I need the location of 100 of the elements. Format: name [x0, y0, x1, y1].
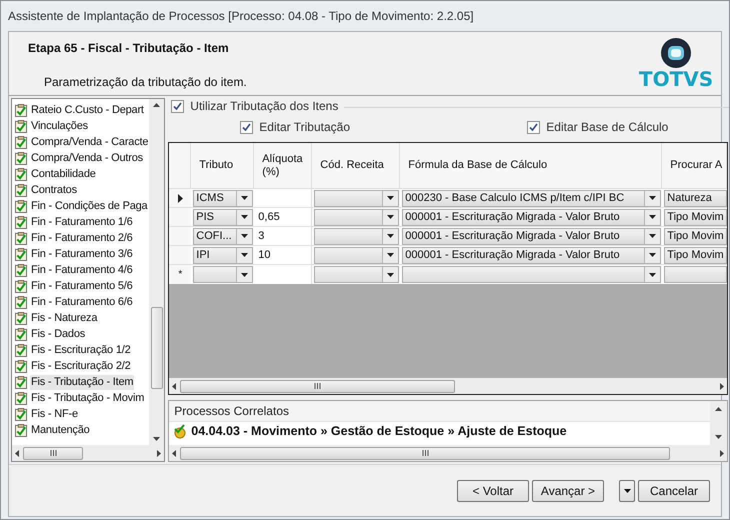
- tree-item[interactable]: Fin - Faturamento 3/6: [30, 246, 134, 262]
- table-cell[interactable]: 3: [254, 227, 312, 245]
- dropdown-button[interactable]: [644, 190, 660, 206]
- column-header[interactable]: Cód. Receita: [320, 159, 384, 172]
- checkbox[interactable]: [171, 100, 184, 112]
- tree-item[interactable]: Fin - Faturamento 6/6: [30, 294, 134, 310]
- clipboard-check-icon: [15, 376, 27, 388]
- tree-item[interactable]: Fin - Faturamento 5/6: [30, 278, 134, 294]
- dropdown-button[interactable]: [382, 210, 398, 224]
- tree-item[interactable]: Manutenção: [30, 422, 91, 438]
- combo-box[interactable]: PIS: [193, 208, 254, 226]
- caret-icon: [387, 253, 394, 257]
- up-arrow-icon[interactable]: [153, 103, 160, 107]
- right-arrow-icon[interactable]: [157, 450, 162, 456]
- vertical-scrollbar[interactable]: [149, 99, 164, 445]
- tree-item[interactable]: Contabilidade: [30, 166, 97, 182]
- tree-item[interactable]: Vinculações: [30, 118, 89, 134]
- dropdown-button[interactable]: [236, 228, 252, 244]
- clipboard-check-icon: [15, 360, 27, 372]
- back-button[interactable]: < Voltar: [457, 480, 529, 502]
- down-arrow-icon[interactable]: [714, 435, 722, 439]
- tree-item[interactable]: Compra/Venda - Outros: [30, 150, 144, 166]
- combo-box[interactable]: Tipo Movim: [664, 208, 727, 226]
- combo-box[interactable]: Tipo Movim: [664, 228, 727, 244]
- tree-item[interactable]: Fis - NF-e: [30, 406, 79, 422]
- horizontal-scrollbar[interactable]: [169, 445, 727, 461]
- related-process-item[interactable]: 04.04.03 - Movimento » Gestão de Estoque » Ajuste de Estoque: [191, 422, 567, 441]
- checkbox[interactable]: [240, 120, 254, 134]
- tree-item[interactable]: Fin - Faturamento 4/6: [30, 262, 134, 278]
- tree-item[interactable]: Fis - Dados: [30, 326, 86, 342]
- caret-icon: [387, 234, 394, 238]
- combo-box[interactable]: 000230 - Base Calculo ICMS p/Item c/IPI BC: [402, 190, 662, 206]
- scrollbar-thumb[interactable]: [180, 380, 456, 392]
- dropdown-button[interactable]: [236, 267, 252, 282]
- tree-item[interactable]: Fis - Escrituração 1/2: [30, 342, 132, 358]
- combo-box[interactable]: COFI...: [193, 228, 254, 244]
- dropdown-button[interactable]: [382, 248, 398, 262]
- column-header[interactable]: Alíquota (%): [262, 152, 303, 178]
- combo-box[interactable]: ICMS: [193, 190, 254, 206]
- caret-icon: [241, 253, 248, 257]
- caret-icon: [624, 488, 630, 492]
- dropdown-button[interactable]: [644, 248, 660, 262]
- tree-item[interactable]: Contratos: [30, 182, 78, 198]
- dropdown-button[interactable]: [382, 190, 398, 206]
- tree-item[interactable]: Fis - Tributação - Movim: [30, 390, 146, 406]
- row-header[interactable]: *: [169, 265, 192, 284]
- caret-icon: [649, 253, 656, 257]
- combo-box[interactable]: 000001 - Escrituração Migrada - Valor Bruto: [402, 228, 662, 244]
- logo: TOTVS: [641, 37, 711, 95]
- up-arrow-icon[interactable]: [714, 407, 722, 411]
- dropdown-button[interactable]: [382, 228, 398, 244]
- dropdown-button[interactable]: [236, 190, 252, 206]
- column-header[interactable]: Procurar A: [670, 159, 722, 172]
- left-arrow-icon[interactable]: [15, 450, 19, 456]
- dropdown-button[interactable]: [644, 267, 660, 282]
- dropdown-button[interactable]: [236, 210, 252, 224]
- clipboard-check-icon: [15, 152, 27, 164]
- checkbox-label: Editar Tributação: [259, 119, 350, 136]
- clipboard-check-icon: [15, 200, 27, 212]
- dropdown-button[interactable]: [382, 267, 398, 282]
- horizontal-scrollbar[interactable]: [169, 378, 727, 394]
- dropdown-button[interactable]: [644, 228, 660, 244]
- tree-item[interactable]: Rateio C.Custo - Depart: [30, 102, 145, 118]
- caret-icon: [387, 272, 394, 276]
- down-arrow-icon[interactable]: [153, 437, 160, 441]
- dropdown-button[interactable]: [619, 480, 635, 502]
- scrollbar-thumb[interactable]: [150, 307, 163, 389]
- dropdown-button[interactable]: [644, 210, 660, 224]
- tree-item[interactable]: Fin - Condições de Paga: [30, 198, 148, 214]
- left-arrow-icon[interactable]: [172, 382, 176, 390]
- next-button[interactable]: Avançar >: [532, 480, 604, 502]
- tree-item[interactable]: Fis - Escrituração 2/2: [30, 358, 132, 374]
- table-cell[interactable]: 0,65: [254, 208, 312, 226]
- horizontal-scrollbar[interactable]: [12, 445, 164, 461]
- caret-icon: [387, 215, 394, 219]
- clipboard-check-icon: [15, 344, 27, 356]
- cancel-button[interactable]: Cancelar: [638, 480, 710, 502]
- combo-box[interactable]: IPI: [193, 246, 254, 264]
- right-arrow-icon[interactable]: [720, 450, 724, 456]
- tree-item[interactable]: Compra/Venda - Caracte: [30, 134, 150, 150]
- tree-item[interactable]: Fin - Faturamento 1/6: [30, 214, 134, 230]
- combo-box[interactable]: Tipo Movim: [664, 246, 727, 264]
- combo-box[interactable]: 000001 - Escrituração Migrada - Valor Bruto: [402, 246, 662, 264]
- scrollbar-thumb[interactable]: [23, 446, 83, 460]
- scrollbar-thumb[interactable]: [180, 446, 670, 460]
- table-cell[interactable]: 10: [254, 246, 312, 264]
- checkbox[interactable]: [527, 120, 540, 134]
- tree-item[interactable]: Fis - Tributação - Item: [30, 374, 134, 390]
- row-header[interactable]: [169, 189, 192, 207]
- column-header[interactable]: Fórmula da Base de Cálculo: [408, 159, 548, 172]
- tree-item[interactable]: Fis - Natureza: [30, 310, 98, 326]
- right-arrow-icon[interactable]: [720, 382, 724, 390]
- left-arrow-icon[interactable]: [172, 450, 176, 456]
- tree-item[interactable]: Fin - Faturamento 2/6: [30, 230, 134, 246]
- dropdown-button[interactable]: [236, 248, 252, 262]
- grip-icon: [314, 383, 322, 389]
- combo-box[interactable]: 000001 - Escrituração Migrada - Valor Bruto: [402, 208, 662, 226]
- combo-box[interactable]: Natureza: [664, 190, 727, 206]
- column-header[interactable]: Tributo: [199, 159, 234, 172]
- vertical-scrollbar[interactable]: [710, 401, 727, 445]
